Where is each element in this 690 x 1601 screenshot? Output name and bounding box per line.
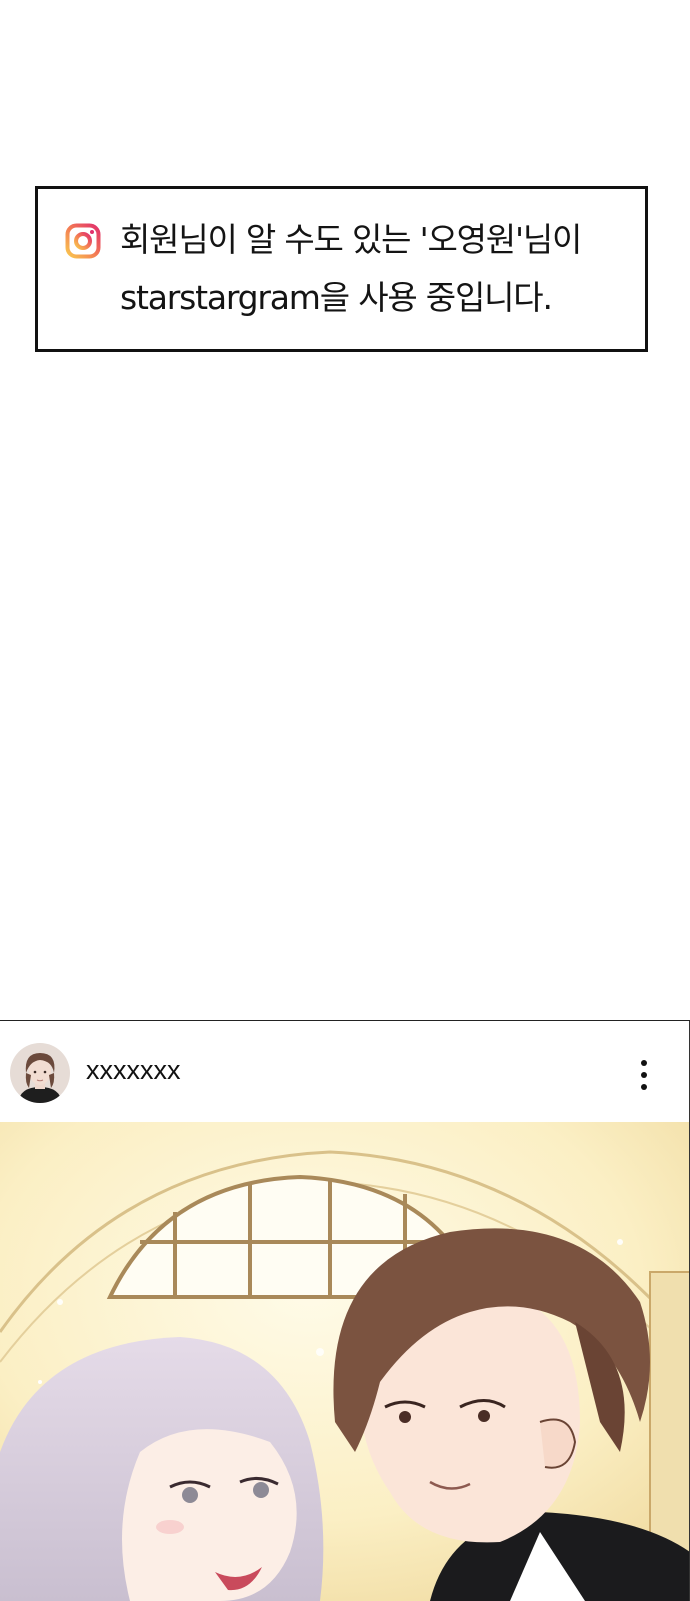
feed-post: xxxxxxx (0, 1020, 690, 1601)
avatar[interactable] (10, 1043, 70, 1103)
post-header: xxxxxxx (0, 1021, 690, 1122)
post-username[interactable]: xxxxxxx (86, 1055, 181, 1086)
follow-suggestion-banner: 회원님이 알 수도 있는 '오영원'님이 starstargram을 사용 중입… (35, 186, 648, 352)
more-vertical-icon[interactable] (626, 1057, 662, 1093)
suggestion-line-1: 회원님이 알 수도 있는 '오영원'님이 (120, 211, 625, 269)
suggestion-line-2: starstargram을 사용 중입니다. (120, 269, 625, 327)
suggestion-message: 회원님이 알 수도 있는 '오영원'님이 starstargram을 사용 중입… (120, 211, 625, 327)
instagram-icon (65, 223, 101, 259)
post-image (0, 1122, 690, 1601)
